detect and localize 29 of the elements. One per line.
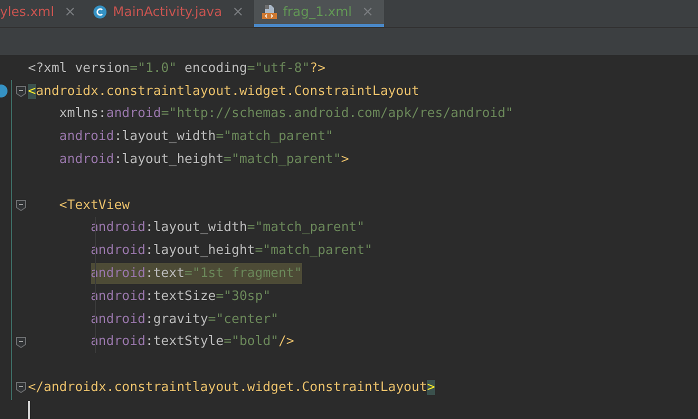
close-tab-button[interactable]: × — [362, 4, 374, 20]
gutter-marker-icon[interactable] — [0, 84, 9, 98]
text-cursor — [28, 401, 30, 419]
code-line: android:layout_width="match_parent" — [90, 219, 365, 238]
fold-icon[interactable] — [16, 382, 26, 394]
code-line: android:layout_height="match_parent"> — [59, 151, 349, 170]
editor-tab[interactable]: MainActivity.java × — [86, 0, 254, 27]
code-line: android:layout_width="match_parent" — [59, 128, 334, 146]
editor-tab[interactable]: yles.xml × — [0, 0, 86, 27]
code-line: <TextView — [59, 196, 130, 215]
code-line: android:textSize="30sp" — [90, 288, 271, 306]
code-line: android:textStyle="bold"/> — [90, 333, 294, 352]
code-line: android:layout_height="match_parent" — [90, 242, 372, 260]
tab-label: yles.xml — [0, 4, 54, 20]
code-line: <androidx.constraintlayout.widget.ConstraintLayout — [28, 82, 420, 101]
xml-file-icon — [260, 4, 277, 20]
code-line: </androidx.constraintlayout.widget.ConstraintLayout> — [28, 379, 435, 398]
code-line: xmlns:android="http://schemas.android.com/apk/res/android" — [59, 105, 514, 124]
tab-label: MainActivity.java — [112, 4, 222, 20]
fold-icon[interactable] — [16, 86, 26, 97]
class-icon — [92, 5, 107, 19]
fold-icon[interactable] — [16, 200, 26, 211]
fold-icon[interactable] — [16, 336, 26, 348]
close-tab-button[interactable]: × — [64, 4, 76, 20]
code-line: <?xml version="1.0" encoding="utf-8"?> — [28, 60, 326, 78]
editor-tab[interactable]: frag_1.xml × — [254, 0, 384, 27]
tab-label: frag_1.xml — [282, 4, 352, 20]
close-tab-button[interactable]: × — [232, 4, 244, 20]
code-line: android:gravity="center" — [90, 310, 278, 329]
